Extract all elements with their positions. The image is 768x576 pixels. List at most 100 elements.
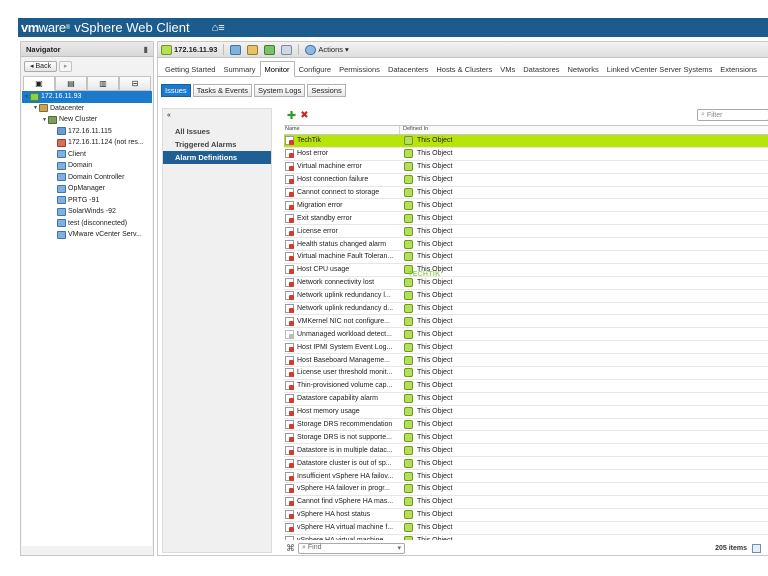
tree-item[interactable]: Client <box>22 149 152 161</box>
expand-arrow-icon[interactable]: ▼ <box>41 117 48 123</box>
defined-in-text[interactable]: This Object <box>417 150 452 157</box>
hosts-clusters-view-icon[interactable]: ▣ <box>23 76 55 91</box>
defined-in-text[interactable]: This Object <box>417 189 452 196</box>
subtab-tasks-events[interactable]: Tasks & Events <box>192 84 252 97</box>
table-row[interactable]: Cannot find vSphere HA mas... This Object <box>284 496 768 509</box>
defined-in-text[interactable]: This Object <box>417 202 452 209</box>
defined-in-text[interactable]: This Object <box>417 344 452 351</box>
defined-in-text[interactable]: This Object <box>417 537 452 540</box>
tab-getting-started[interactable]: Getting Started <box>161 62 219 76</box>
pin-icon[interactable]: ▮ <box>144 45 148 54</box>
tree-item[interactable]: ▼ New Cluster <box>22 114 152 126</box>
defined-in-text[interactable]: This Object <box>417 498 452 505</box>
defined-in-text[interactable]: This Object <box>417 524 452 531</box>
table-row[interactable]: vSphere HA failover in progr... This Obje… <box>284 483 768 496</box>
tab-linked-vcenter-server-systems[interactable]: Linked vCenter Server Systems <box>603 62 716 76</box>
table-row[interactable]: Thin-provisioned volume cap... This Objec… <box>284 380 768 393</box>
tree-item[interactable]: PRTG -91 <box>22 195 152 207</box>
defined-in-text[interactable]: This Object <box>417 485 452 492</box>
delete-alarm-icon[interactable]: ✖ <box>300 110 308 121</box>
table-row[interactable]: Datastore is in multiple datac... This Ob… <box>284 444 768 458</box>
defined-in-text[interactable]: This Object <box>417 305 452 312</box>
forward-button[interactable]: ▸ <box>59 60 73 72</box>
new-folder-icon[interactable] <box>247 44 259 55</box>
table-row[interactable]: Health status changed alarm This Object <box>284 238 768 252</box>
table-row[interactable]: Host memory usage This Object <box>284 406 768 419</box>
storage-view-icon[interactable]: ▥ <box>87 76 119 91</box>
menu-item-all-issues[interactable]: All Issues <box>163 125 271 138</box>
defined-in-text[interactable]: This Object <box>417 357 452 364</box>
defined-in-text[interactable]: This Object <box>417 253 452 260</box>
tab-configure[interactable]: Configure <box>295 62 336 76</box>
tab-datastores[interactable]: Datastores <box>519 62 563 76</box>
tree-item[interactable]: OpManager <box>22 183 152 195</box>
deploy-ovf-icon[interactable] <box>281 44 293 55</box>
table-row[interactable]: vSphere HA host status This Object <box>284 509 768 522</box>
table-row[interactable]: Host Baseboard Manageme... This Object <box>284 354 768 368</box>
table-row[interactable]: Host error This Object <box>284 148 768 161</box>
defined-in-text[interactable]: This Object <box>417 279 452 286</box>
tree-item[interactable]: SolarWinds -92 <box>22 206 152 218</box>
defined-in-text[interactable]: This Object <box>417 318 452 325</box>
column-header-defined-in[interactable]: Defined In <box>400 126 428 134</box>
defined-in-text[interactable]: This Object <box>417 421 452 428</box>
defined-in-text[interactable]: This Object <box>417 408 452 415</box>
table-row[interactable]: Unmanaged workload detect... This Object <box>284 328 768 342</box>
chevron-down-icon[interactable]: ▾ <box>397 544 401 552</box>
subtab-system-logs[interactable]: System Logs <box>253 84 306 97</box>
table-row[interactable]: Network connectivity lost This Object <box>284 277 768 290</box>
defined-in-text[interactable]: This Object <box>417 395 452 402</box>
expand-arrow-icon[interactable]: ▼ <box>32 105 39 111</box>
defined-in-text[interactable]: This Object <box>417 369 452 376</box>
defined-in-text[interactable]: This Object <box>417 137 452 144</box>
tab-vms[interactable]: VMs <box>496 62 519 76</box>
table-row[interactable]: Datastore cluster is out of sp... This Ob… <box>284 457 768 471</box>
table-row[interactable]: TechTik This Object <box>284 135 768 148</box>
home-icon[interactable]: ⌂≡ <box>212 22 225 34</box>
tab-permissions[interactable]: Permissions <box>335 62 384 76</box>
defined-in-text[interactable]: This Object <box>417 163 452 170</box>
tree-item[interactable]: Domain Controller <box>22 172 152 184</box>
tree-item[interactable]: test (disconnected) <box>22 218 152 230</box>
expand-arrow-icon[interactable]: ▼ <box>23 94 30 100</box>
table-row[interactable]: License error This Object <box>284 225 768 239</box>
defined-in-text[interactable]: This Object <box>417 176 452 183</box>
filter-input[interactable]: ⌕ Filter <box>697 109 768 121</box>
table-row[interactable]: Host connection failure This Object <box>284 174 768 187</box>
table-row[interactable]: Storage DRS recommendation This Object <box>284 419 768 432</box>
export-icon[interactable] <box>752 543 761 553</box>
table-row[interactable]: Virtual machine Fault Toleran... This Obj… <box>284 251 768 264</box>
column-header-name[interactable]: Name <box>284 126 400 134</box>
add-alarm-icon[interactable]: ✚ <box>287 109 296 122</box>
defined-in-text[interactable]: This Object <box>417 215 452 222</box>
defined-in-text[interactable]: This Object <box>417 292 452 299</box>
tab-extensions[interactable]: Extensions <box>716 62 761 76</box>
defined-in-text[interactable]: This Object <box>417 228 452 235</box>
networking-view-icon[interactable]: ⊟ <box>119 76 151 91</box>
back-button[interactable]: ◂ Back <box>24 60 58 72</box>
vms-templates-view-icon[interactable]: ▤ <box>55 76 87 91</box>
tab-monitor[interactable]: Monitor <box>259 61 295 77</box>
table-row[interactable]: Network uplink redundancy d... This Objec… <box>284 303 768 316</box>
subtab-sessions[interactable]: Sessions <box>307 84 346 97</box>
actions-menu-button[interactable]: Actions ▾ <box>305 44 349 55</box>
table-row[interactable]: Storage DRS is not supporte... This Objec… <box>284 431 768 445</box>
table-row[interactable]: Host CPU usage This Object <box>284 264 768 277</box>
tree-item[interactable]: Domain <box>22 160 152 172</box>
tab-networks[interactable]: Networks <box>564 62 603 76</box>
defined-in-text[interactable]: This Object <box>417 382 452 389</box>
tab-summary[interactable]: Summary <box>219 62 259 76</box>
defined-in-text[interactable]: This Object <box>417 331 452 338</box>
table-row[interactable]: vSphere HA virtual machine ... This Objec… <box>284 535 768 540</box>
table-row[interactable]: Host IPMI System Event Log... This Object <box>284 341 768 355</box>
tab-hosts-clusters[interactable]: Hosts & Clusters <box>432 62 496 76</box>
table-row[interactable]: Insufficient vSphere HA failov... This Ob… <box>284 470 768 484</box>
tree-item[interactable]: 172.16.11.115 <box>22 126 152 138</box>
new-vm-icon[interactable] <box>264 44 276 55</box>
tree-item[interactable]: VMware vCenter Serv... <box>22 229 152 241</box>
menu-item-alarm-definitions[interactable]: Alarm Definitions <box>163 151 271 164</box>
table-row[interactable]: Datastore capability alarm This Object <box>284 393 768 406</box>
subtab-issues[interactable]: Issues <box>161 84 191 97</box>
defined-in-text[interactable]: This Object <box>417 460 452 467</box>
table-row[interactable]: License user threshold monit... This Obje… <box>284 367 768 380</box>
